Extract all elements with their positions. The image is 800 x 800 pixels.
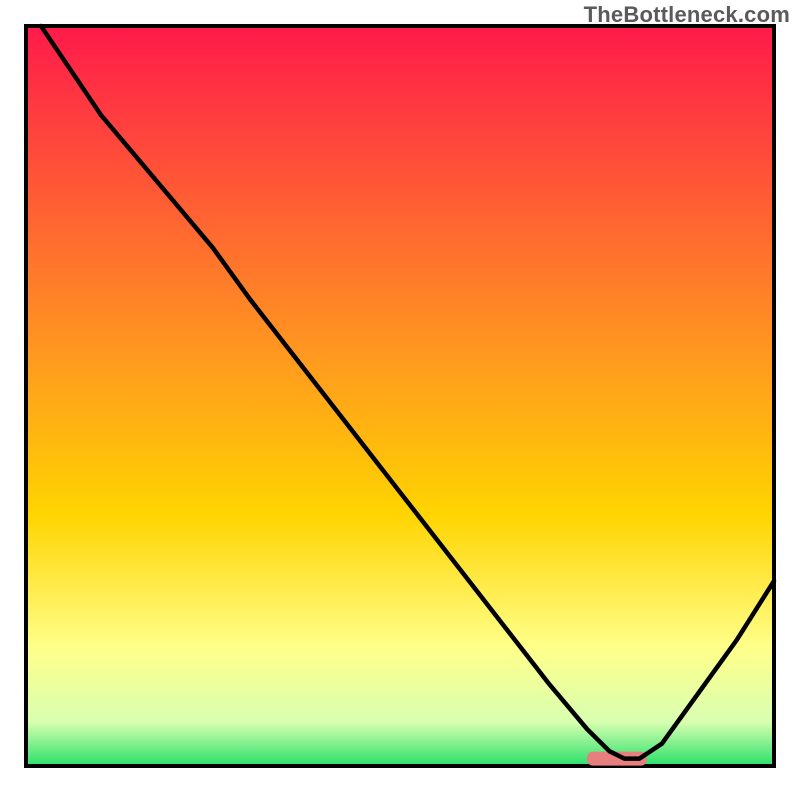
chart-background (26, 26, 774, 766)
bottleneck-chart: TheBottleneck.com (0, 0, 800, 800)
chart-svg (0, 0, 800, 800)
